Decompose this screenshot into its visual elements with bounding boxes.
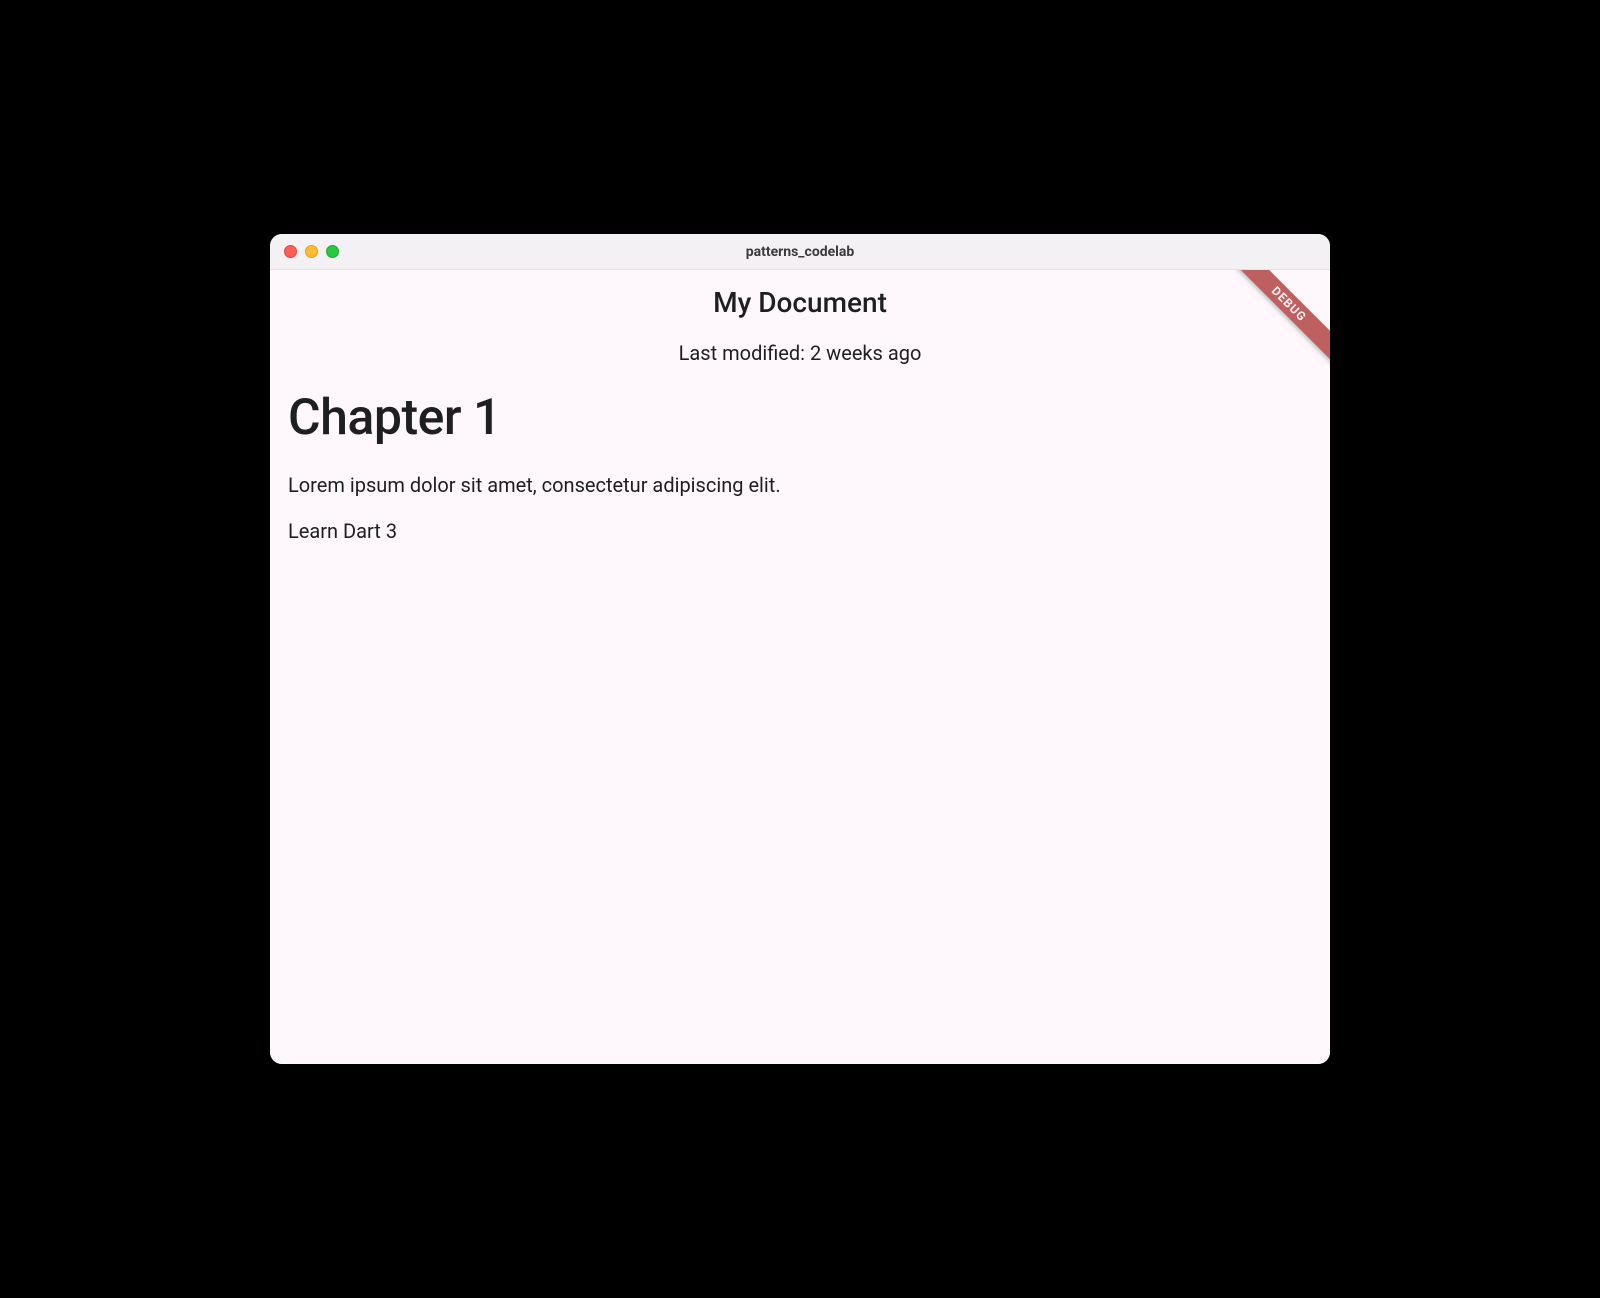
titlebar: patterns_codelab: [270, 234, 1330, 270]
document-title: My Document: [270, 286, 1330, 319]
window-title: patterns_codelab: [270, 244, 1330, 260]
window-zoom-button[interactable]: [326, 245, 339, 258]
document-content: Chapter 1 Lorem ipsum dolor sit amet, co…: [270, 365, 1330, 543]
traffic-lights: [284, 245, 339, 258]
paragraph: Lorem ipsum dolor sit amet, consectetur …: [288, 473, 1312, 497]
paragraph: Learn Dart 3: [288, 519, 1312, 543]
document-header: My Document: [270, 270, 1330, 319]
last-modified-label: Last modified: 2 weeks ago: [270, 341, 1330, 365]
app-window: patterns_codelab DEBUG My Document Last …: [270, 234, 1330, 1064]
window-minimize-button[interactable]: [305, 245, 318, 258]
chapter-heading: Chapter 1: [288, 389, 1312, 447]
window-close-button[interactable]: [284, 245, 297, 258]
app-body: DEBUG My Document Last modified: 2 weeks…: [270, 270, 1330, 1064]
